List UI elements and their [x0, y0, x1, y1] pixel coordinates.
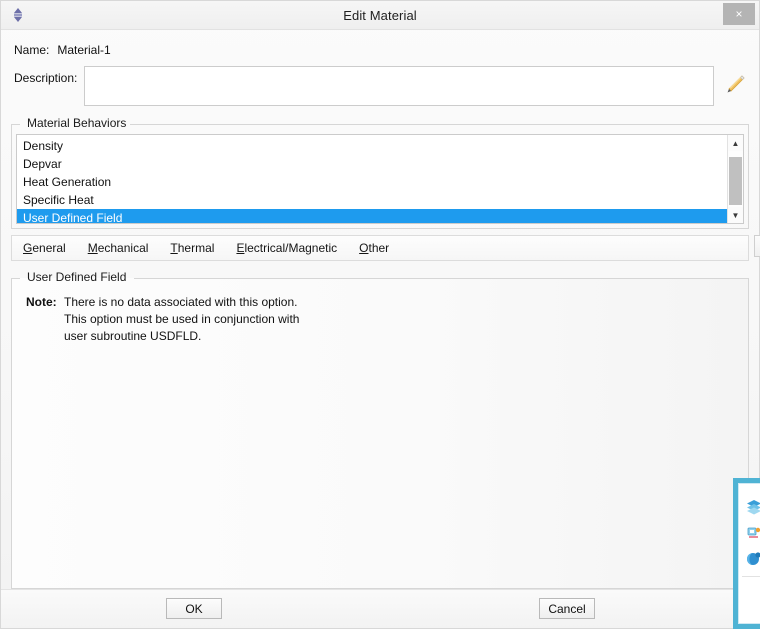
- tab-general[interactable]: General: [12, 241, 77, 255]
- list-item[interactable]: Density: [17, 137, 727, 155]
- tab-label: hermal: [177, 241, 215, 255]
- behavior-detail-group: User Defined Field Note: There is no dat…: [11, 270, 749, 589]
- close-icon[interactable]: ×: [723, 3, 755, 25]
- dialog-footer: OK Cancel: [1, 589, 759, 628]
- tab-label: echanical: [97, 241, 149, 255]
- tab-electrical-magnetic[interactable]: Electrical/Magnetic: [225, 241, 348, 255]
- list-item[interactable]: User Defined Field: [17, 209, 727, 223]
- list-scrollbar[interactable]: ▲ ▼: [727, 135, 743, 223]
- note-line: This option must be used in conjunction …: [64, 312, 300, 326]
- scrollbar-track[interactable]: [728, 151, 743, 207]
- tab-mnemonic: O: [359, 241, 369, 255]
- tab-label: lectrical/Magnetic: [244, 241, 338, 255]
- edit-material-dialog: Edit Material × Name: Material-1 Descrip…: [0, 0, 760, 629]
- dialog-body: Name: Material-1 Description: Material B…: [1, 30, 760, 589]
- tab-mnemonic: G: [23, 241, 33, 255]
- tab-mnemonic: M: [87, 241, 98, 255]
- blue-tool-icon[interactable]: [743, 522, 760, 544]
- scroll-up-icon[interactable]: ▲: [728, 135, 743, 151]
- updown-arrows-icon: [9, 6, 27, 24]
- title-bar: Edit Material ×: [1, 1, 759, 30]
- scroll-down-icon[interactable]: ▼: [728, 207, 743, 223]
- description-label: Description:: [14, 71, 78, 85]
- note-label: Note:: [26, 295, 57, 309]
- cancel-button[interactable]: Cancel: [539, 598, 595, 619]
- description-edit-button[interactable]: [721, 66, 749, 106]
- floating-toolbar-panel: [733, 478, 760, 629]
- tab-label: eneral: [32, 241, 66, 255]
- tab-other[interactable]: Other: [348, 241, 400, 255]
- tab-thermal[interactable]: Thermal: [159, 241, 225, 255]
- note-line: user subroutine USDFLD.: [64, 329, 202, 343]
- page-title: Edit Material: [343, 7, 417, 23]
- note-line: There is no data associated with this op…: [64, 295, 298, 309]
- blue-globe-icon[interactable]: [743, 548, 760, 570]
- material-behaviors-list-box: Density Depvar Heat Generation Specific Hea…: [16, 134, 744, 224]
- material-behaviors-list[interactable]: Density Depvar Heat Generation Specific Hea…: [17, 135, 727, 223]
- tab-label: ther: [368, 241, 390, 255]
- description-row: Description:: [11, 66, 749, 106]
- description-input[interactable]: [84, 66, 714, 106]
- edit-behavior-button[interactable]: [754, 235, 760, 257]
- list-item[interactable]: Heat Generation: [17, 173, 727, 191]
- list-item[interactable]: Specific Heat: [17, 191, 727, 209]
- pencil-icon: [723, 73, 747, 100]
- panel-divider: [742, 576, 760, 577]
- name-value: Material-1: [57, 43, 111, 57]
- scrollbar-thumb[interactable]: [729, 157, 742, 205]
- note-block: Note: There is no data associated with t…: [26, 294, 742, 345]
- material-behaviors-group: Material Behaviors Density Depvar Heat Gen…: [11, 116, 749, 229]
- note-text: There is no data associated with this op…: [64, 294, 299, 345]
- behavior-detail-content: Note: There is no data associated with t…: [12, 278, 748, 351]
- name-row: Name: Material-1: [11, 39, 749, 61]
- tab-mnemonic: T: [170, 241, 178, 255]
- name-label: Name:: [14, 43, 50, 57]
- floating-toolbar-inner: [738, 483, 760, 624]
- tab-mechanical[interactable]: Mechanical: [77, 241, 160, 255]
- blue-layers-icon[interactable]: [743, 496, 760, 518]
- material-behaviors-title: Material Behaviors: [27, 116, 127, 130]
- list-item[interactable]: Depvar: [17, 155, 727, 173]
- category-menu-bar: General Mechanical Thermal Electrical/Magne…: [11, 235, 760, 261]
- ok-button[interactable]: OK: [166, 598, 222, 619]
- behavior-detail-title: User Defined Field: [27, 270, 127, 284]
